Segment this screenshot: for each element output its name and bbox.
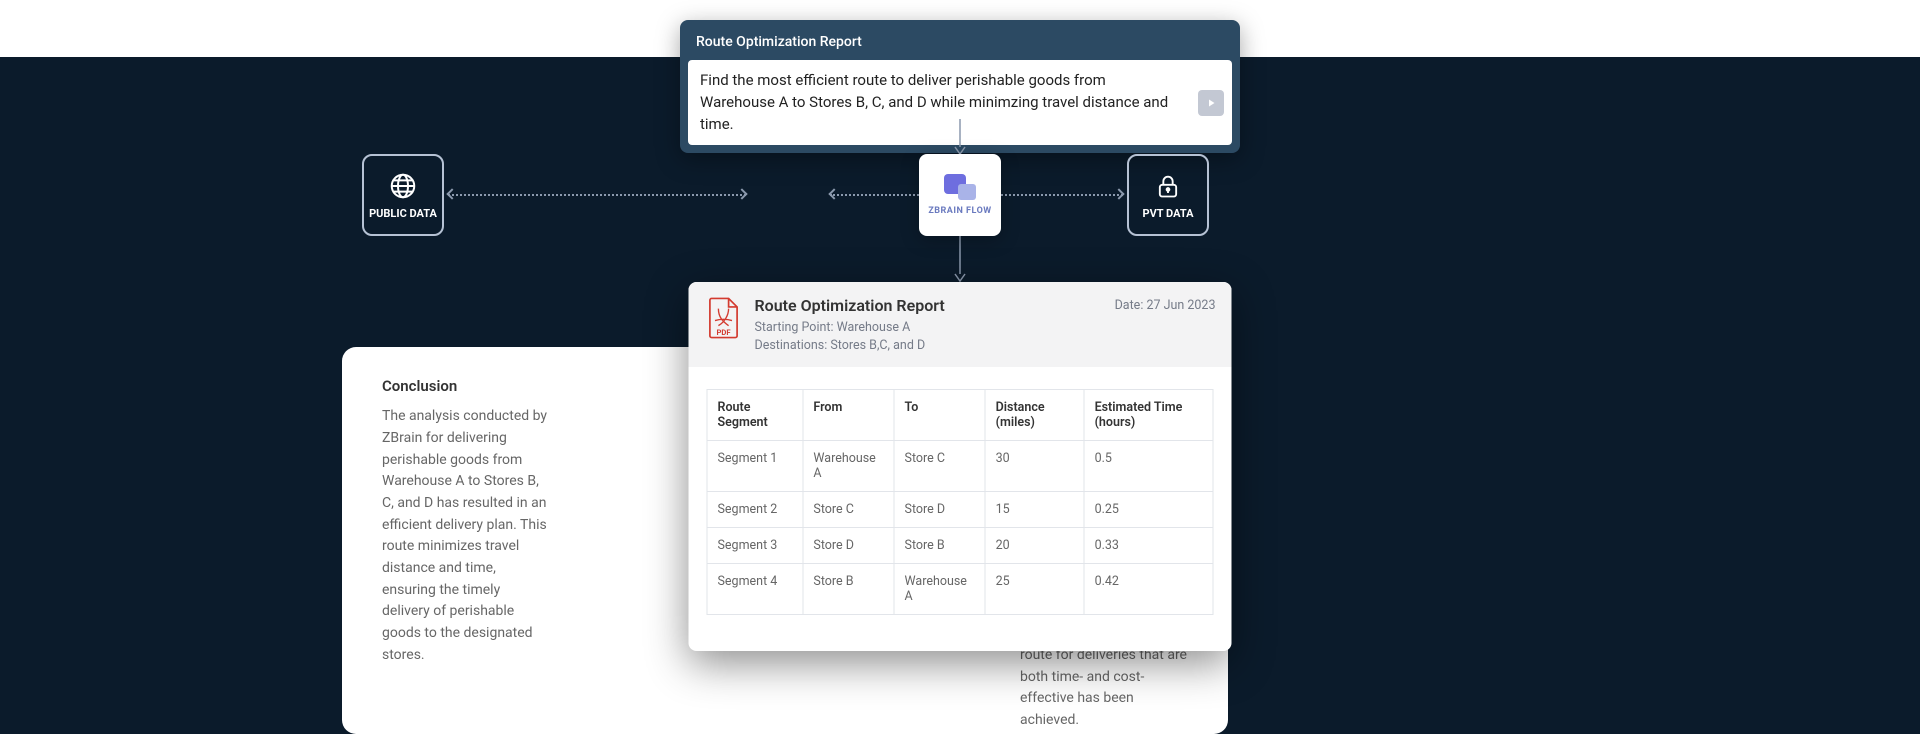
table-cell: Store B bbox=[803, 564, 894, 615]
report-title: Route Optimization Report bbox=[755, 296, 945, 315]
play-icon bbox=[1205, 97, 1217, 109]
pvt-data-label: PVT DATA bbox=[1143, 207, 1194, 220]
table-header: To bbox=[894, 390, 985, 441]
table-cell: Store D bbox=[894, 492, 985, 528]
table-cell: 20 bbox=[985, 528, 1084, 564]
table-row: Segment 1Warehouse AStore C300.5 bbox=[707, 441, 1213, 492]
pdf-icon: PDF bbox=[707, 296, 741, 340]
report-date: Date: 27 Jun 2023 bbox=[1115, 298, 1216, 313]
table-header: Distance (miles) bbox=[985, 390, 1084, 441]
public-data-label: PUBLIC DATA bbox=[369, 207, 437, 220]
table-header: From bbox=[803, 390, 894, 441]
table-cell: 30 bbox=[985, 441, 1084, 492]
zbrain-flow-label: ZBRAIN FLOW bbox=[928, 206, 991, 216]
zbrain-logo-icon bbox=[944, 174, 976, 200]
globe-icon bbox=[388, 171, 418, 201]
lock-icon bbox=[1154, 171, 1182, 201]
report-card: PDF Route Optimization Report Starting P… bbox=[689, 282, 1232, 651]
table-cell: Segment 3 bbox=[707, 528, 803, 564]
conclusion-text: The analysis conducted by ZBrain for del… bbox=[382, 406, 550, 666]
table-cell: Warehouse A bbox=[803, 441, 894, 492]
table-header: Route Segment bbox=[707, 390, 803, 441]
zbrain-flow-node: ZBRAIN FLOW bbox=[919, 154, 1001, 236]
table-cell: 0.25 bbox=[1084, 492, 1213, 528]
table-row: Segment 2Store CStore D150.25 bbox=[707, 492, 1213, 528]
table-cell: Store C bbox=[894, 441, 985, 492]
table-header: Estimated Time (hours) bbox=[1084, 390, 1213, 441]
table-cell: Store B bbox=[894, 528, 985, 564]
send-button[interactable] bbox=[1198, 90, 1224, 116]
public-data-node: PUBLIC DATA bbox=[362, 154, 444, 236]
conclusion-heading: Conclusion bbox=[382, 375, 550, 398]
conclusion-column: Conclusion The analysis conducted by ZBr… bbox=[382, 375, 550, 732]
arrow-flow-to-report bbox=[953, 236, 967, 282]
table-cell: Segment 1 bbox=[707, 441, 803, 492]
prompt-title: Route Optimization Report bbox=[688, 28, 1232, 60]
table-cell: 0.5 bbox=[1084, 441, 1213, 492]
table-row: Segment 4Store BWarehouse A250.42 bbox=[707, 564, 1213, 615]
pvt-data-node: PVT DATA bbox=[1127, 154, 1209, 236]
table-cell: 25 bbox=[985, 564, 1084, 615]
arrow-prompt-to-flow bbox=[953, 119, 967, 155]
table-cell: 0.33 bbox=[1084, 528, 1213, 564]
table-row: Segment 3Store DStore B200.33 bbox=[707, 528, 1213, 564]
table-cell: 15 bbox=[985, 492, 1084, 528]
prompt-text[interactable]: Find the most efficient route to deliver… bbox=[700, 70, 1182, 135]
report-dest: Destinations: Stores B,C, and D bbox=[755, 337, 945, 355]
table-cell: 0.42 bbox=[1084, 564, 1213, 615]
table-cell: Store D bbox=[803, 528, 894, 564]
table-cell: Segment 2 bbox=[707, 492, 803, 528]
report-header: PDF Route Optimization Report Starting P… bbox=[689, 282, 1232, 367]
connector-public-to-flow bbox=[448, 194, 746, 196]
table-cell: Segment 4 bbox=[707, 564, 803, 615]
report-start: Starting Point: Warehouse A bbox=[755, 319, 945, 337]
svg-text:PDF: PDF bbox=[716, 328, 731, 337]
table-cell: Store C bbox=[803, 492, 894, 528]
route-table: Route SegmentFromToDistance (miles)Estim… bbox=[707, 389, 1214, 615]
table-cell: Warehouse A bbox=[894, 564, 985, 615]
